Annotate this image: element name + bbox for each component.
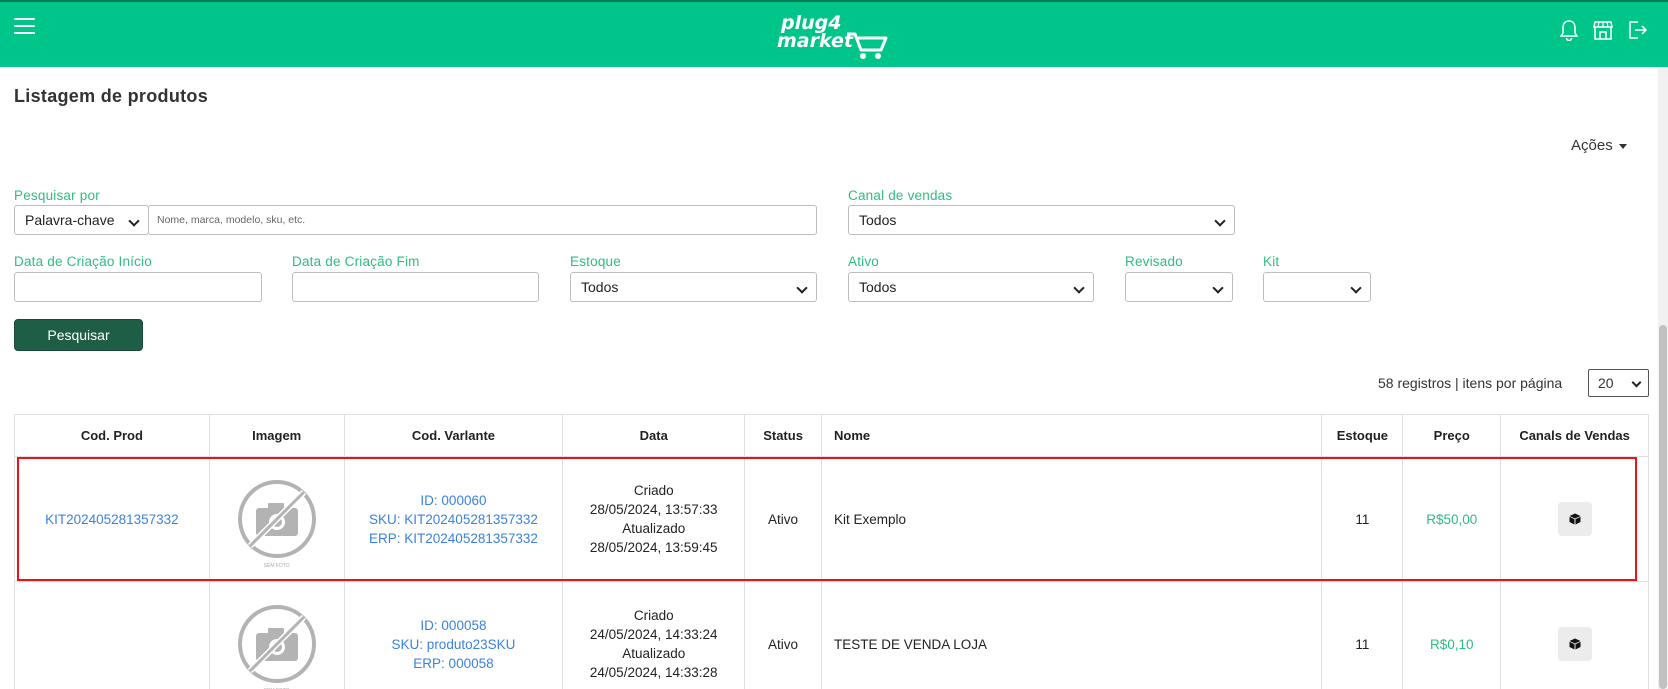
created-date: 28/05/2024, 13:57:33 <box>589 502 718 517</box>
channel-label: Canal de vendas <box>848 188 953 203</box>
channel-select[interactable]: Todos <box>848 205 1235 235</box>
price-value: R$50,00 <box>1426 511 1478 527</box>
updated-date: 24/05/2024, 14:33:28 <box>589 665 718 680</box>
col-header-price[interactable]: Preço <box>1403 415 1502 456</box>
sales-channel-button[interactable] <box>1557 627 1592 661</box>
no-photo-caption: SEM FOTO <box>263 563 290 569</box>
top-navbar: plug4 market <box>0 0 1668 67</box>
kit-select[interactable] <box>1263 272 1371 302</box>
col-header-channels: Canals de Vendas <box>1519 428 1630 443</box>
products-table: Cod. Prod Imagem Cod. Varlante Data Stat… <box>14 414 1649 689</box>
active-select[interactable]: Todos <box>848 272 1094 302</box>
cart-icon <box>847 32 888 59</box>
logout-icon[interactable] <box>1626 19 1648 41</box>
actions-dropdown[interactable]: Ações <box>1571 137 1627 154</box>
search-by-select[interactable]: Palavra-chave <box>14 205 149 235</box>
active-value: Todos <box>859 279 897 295</box>
price-value: R$0,10 <box>1429 636 1474 652</box>
created-start-label: Data de Criação Início <box>14 254 152 269</box>
bell-icon[interactable] <box>1558 19 1580 41</box>
created-label: Criado <box>633 483 674 498</box>
col-header-date[interactable]: Data <box>563 415 746 456</box>
brand-logo[interactable]: plug4 market <box>775 10 891 62</box>
scrollbar-thumb[interactable] <box>1659 325 1667 689</box>
created-end-input[interactable] <box>292 272 539 302</box>
updated-label: Atualizado <box>622 521 686 536</box>
col-header-name[interactable]: Nome <box>822 415 1323 456</box>
active-label: Ativo <box>848 254 880 269</box>
stock-value: Todos <box>581 279 619 295</box>
page-title: Listagem de produtos <box>14 86 209 106</box>
variant-sku[interactable]: SKU: KIT202405281357332 <box>369 510 538 529</box>
no-photo-camera-icon: SEM FOTO <box>236 478 318 569</box>
search-placeholder: Nome, marca, modelo, sku, etc. <box>157 214 306 226</box>
search-by-value: Palavra-chave <box>25 212 115 228</box>
search-by-label: Pesquisar por <box>14 188 100 203</box>
status-cell: Ativo <box>745 457 823 581</box>
kit-label: Kit <box>1263 254 1280 269</box>
updated-date: 28/05/2024, 13:59:45 <box>589 540 718 555</box>
variant-sku[interactable]: SKU: produto23SKU <box>392 635 516 654</box>
table-row[interactable]: KIT202405281357332 SEM FOTO ID: 000060 S… <box>15 457 1648 582</box>
records-count: 58 registros | itens por página <box>1378 375 1563 391</box>
product-name: TESTE DE VENDA LOJA <box>822 582 1323 689</box>
store-icon[interactable] <box>1592 19 1614 41</box>
table-row[interactable]: SEM FOTO ID: 000058 SKU: produto23SKU ER… <box>15 582 1648 689</box>
col-header-image: Imagem <box>210 415 345 456</box>
actions-dropdown-label: Ações <box>1571 137 1613 154</box>
caret-down-icon <box>1618 143 1627 149</box>
box-icon <box>1569 513 1581 525</box>
channel-value: Todos <box>859 212 897 228</box>
created-start-input[interactable] <box>14 272 262 302</box>
hamburger-menu-icon[interactable] <box>14 18 35 34</box>
sales-channel-button[interactable] <box>1557 502 1592 536</box>
col-header-variant[interactable]: Cod. Varlante <box>345 415 564 456</box>
search-button[interactable]: Pesquisar <box>14 319 143 351</box>
no-photo-camera-icon: SEM FOTO <box>236 603 318 689</box>
variant-id[interactable]: ID: 000058 <box>392 616 516 635</box>
box-icon <box>1569 638 1581 650</box>
logo-text-line2: market <box>777 30 853 52</box>
status-cell: Ativo <box>745 582 823 689</box>
col-header-cod-prod[interactable]: Cod. Prod <box>15 415 210 456</box>
col-header-stock[interactable]: Estoque <box>1322 415 1404 456</box>
variant-erp[interactable]: ERP: 000058 <box>392 654 516 673</box>
product-code-link[interactable]: KIT202405281357332 <box>45 512 179 527</box>
updated-label: Atualizado <box>622 646 686 661</box>
product-name: Kit Exemplo <box>822 457 1323 581</box>
variant-erp[interactable]: ERP: KIT202405281357332 <box>369 529 538 548</box>
stock-select[interactable]: Todos <box>570 272 817 302</box>
per-page-value: 20 <box>1598 375 1614 391</box>
variant-id[interactable]: ID: 000060 <box>369 491 538 510</box>
stock-label: Estoque <box>570 254 621 269</box>
created-date: 24/05/2024, 14:33:24 <box>589 627 718 642</box>
created-end-label: Data de Criação Fim <box>292 254 420 269</box>
table-header-row: Cod. Prod Imagem Cod. Varlante Data Stat… <box>15 415 1648 457</box>
search-input[interactable]: Nome, marca, modelo, sku, etc. <box>148 205 817 235</box>
reviewed-label: Revisado <box>1125 254 1183 269</box>
stock-value: 11 <box>1322 582 1404 689</box>
col-header-status[interactable]: Status <box>745 415 823 456</box>
reviewed-select[interactable] <box>1125 272 1233 302</box>
created-label: Criado <box>633 608 674 623</box>
per-page-select[interactable]: 20 <box>1588 369 1649 397</box>
stock-value: 11 <box>1322 457 1404 581</box>
